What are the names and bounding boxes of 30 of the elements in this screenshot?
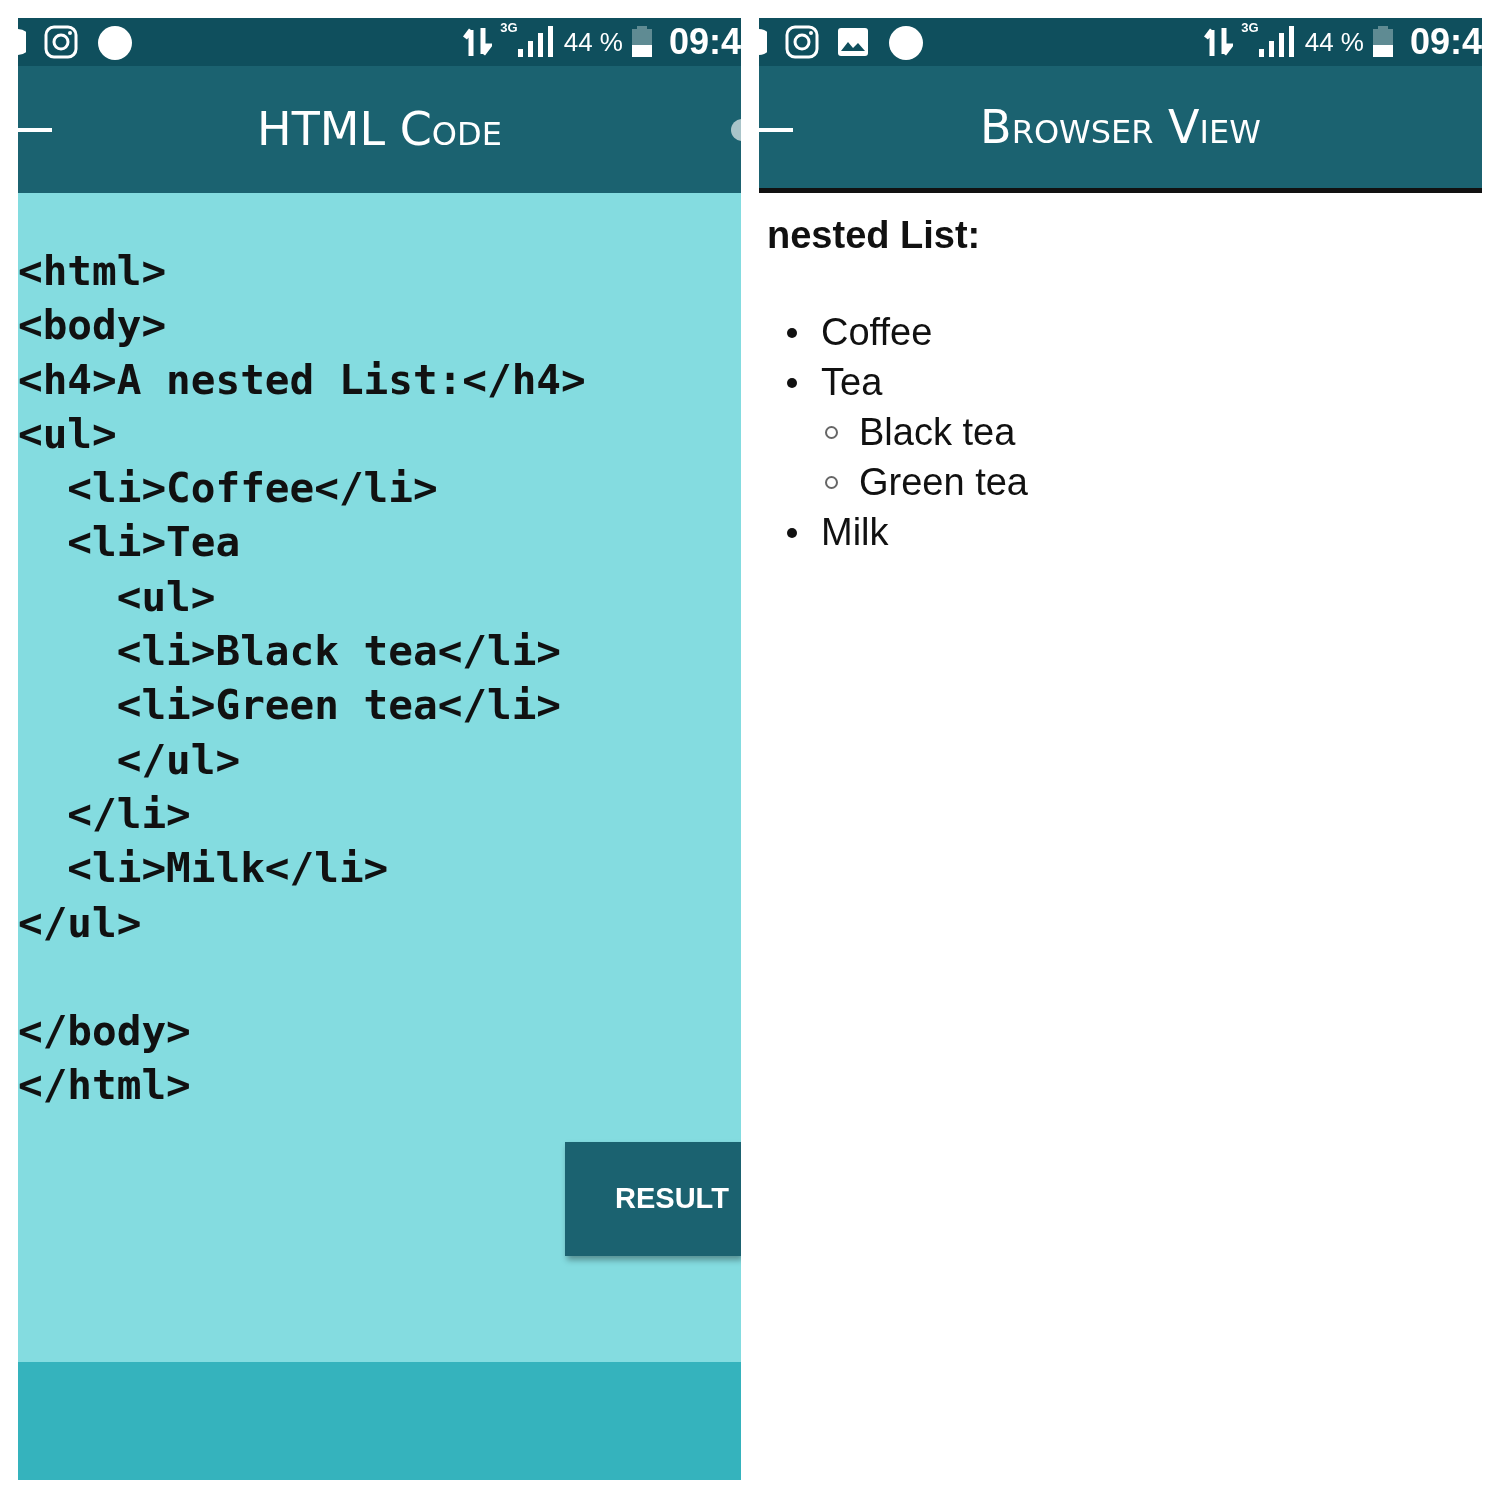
code-line: <html> — [18, 246, 167, 297]
code-line: </ul> — [115, 734, 241, 786]
list-item: Tea — [821, 360, 883, 403]
code-line: <ul> — [18, 408, 117, 460]
code-line: <h4>A nested List:</h4> — [18, 354, 586, 406]
screen-title: Browser View — [980, 98, 1261, 156]
battery-percentage: 44 % — [563, 25, 623, 59]
code-line: <ul> — [115, 571, 216, 623]
code-line: </body> — [18, 1006, 191, 1058]
code-line: <li>Milk</li> — [66, 843, 389, 895]
code-line: <li>Green tea</li> — [115, 680, 562, 732]
clock-time: 09:4 — [668, 20, 741, 64]
code-line: <body> — [18, 300, 167, 352]
page-heading: nested List: — [767, 213, 982, 258]
list-item: Black tea — [859, 410, 1016, 453]
network-type: 3G — [1241, 21, 1259, 34]
list-item: Milk — [821, 510, 889, 553]
screen-title: HTML Code — [257, 101, 502, 158]
battery-percentage: 44 % — [1304, 25, 1364, 59]
list-item: Green tea — [859, 460, 1028, 503]
list-item: Coffee — [821, 310, 933, 353]
code-line: </html> — [18, 1060, 191, 1112]
result-button[interactable]: RESULT — [565, 1142, 741, 1256]
network-type: 3G — [500, 21, 518, 34]
code-line: <li>Tea — [66, 517, 241, 569]
code-line: </ul> — [18, 897, 142, 949]
clock-time: 09:4 — [1409, 20, 1482, 64]
code-line: <li>Black tea</li> — [115, 626, 562, 678]
code-line: </li> — [66, 788, 191, 840]
code-line: <li>Coffee</li> — [66, 463, 438, 515]
